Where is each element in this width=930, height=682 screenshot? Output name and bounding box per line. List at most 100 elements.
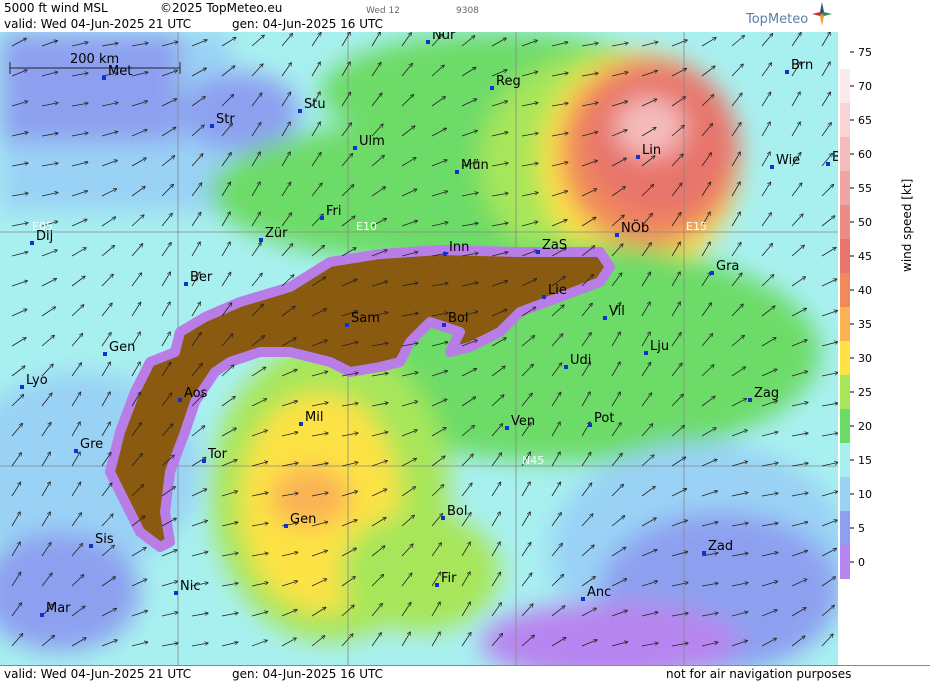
city-dot xyxy=(103,352,107,356)
city-label: Nic xyxy=(180,579,200,594)
footer-valid-time: valid: Wed 04-Jun-2025 21 UTC xyxy=(4,667,192,681)
legend-swatch xyxy=(840,375,850,409)
legend-tick-label: 70 xyxy=(858,80,872,93)
city-dot xyxy=(174,591,178,595)
legend-tick-label: 10 xyxy=(858,488,872,501)
city-dot xyxy=(74,449,78,453)
legend-tick-label: 40 xyxy=(858,284,872,297)
topmeteo-logo-text: TopMeteo xyxy=(746,12,809,27)
city-dot xyxy=(702,551,706,555)
legend-tick-label: 55 xyxy=(858,182,872,195)
city-dot xyxy=(542,295,546,299)
city-dot xyxy=(184,282,188,286)
city-label: Reg xyxy=(496,74,521,89)
legend-swatch xyxy=(840,239,850,273)
city-dot xyxy=(636,155,640,159)
legend-tick-label: 50 xyxy=(858,216,872,229)
city-label: ZaS xyxy=(542,238,567,253)
legend-tick-label: 15 xyxy=(858,454,872,467)
footer-generated-time: gen: 04-Jun-2025 16 UTC xyxy=(232,667,384,681)
grid-label: N45 xyxy=(522,454,544,467)
city-dot xyxy=(284,524,288,528)
city-label: Mar xyxy=(46,601,71,616)
city-dot xyxy=(710,271,714,275)
city-dot xyxy=(505,426,509,430)
generated-time: gen: 04-Jun-2025 16 UTC xyxy=(232,17,384,31)
city-label: Vil xyxy=(609,304,625,319)
city-dot xyxy=(455,170,459,174)
city-label: Str xyxy=(216,112,235,127)
city-label: Lyo xyxy=(26,373,48,388)
city-marker: NÖb xyxy=(615,219,649,237)
legend-panel: 75 70 65 60 55 50 45 40 35 30 25 20 15 10 5 0 wind spee… xyxy=(838,32,930,665)
city-dot xyxy=(441,516,445,520)
city-label: Tor xyxy=(207,447,228,462)
city-label: NÖb xyxy=(621,219,649,236)
city-label: Dij xyxy=(36,229,53,244)
city-dot xyxy=(320,216,324,220)
city-label: Gra xyxy=(716,259,739,274)
city-label: Gre xyxy=(80,437,103,452)
city-dot xyxy=(615,233,619,237)
city-dot xyxy=(536,250,540,254)
tiny-label-1: Wed 12 xyxy=(366,6,400,16)
city-dot xyxy=(603,316,607,320)
city-label: Bol xyxy=(447,504,467,519)
city-dot xyxy=(435,583,439,587)
legend-swatch xyxy=(840,205,850,239)
legend-tick-label: 35 xyxy=(858,318,872,331)
city-label: Zad xyxy=(708,539,733,554)
city-dot xyxy=(748,398,752,402)
legend-swatch xyxy=(840,273,850,307)
valid-time: valid: Wed 04-Jun-2025 21 UTC xyxy=(4,17,192,31)
legend-swatch xyxy=(840,511,850,545)
city-dot xyxy=(443,252,447,256)
city-dot xyxy=(298,109,302,113)
city-dot xyxy=(40,613,44,617)
city-label: Zag xyxy=(754,386,779,401)
city-label: Aos xyxy=(184,386,208,401)
legend-swatch xyxy=(840,341,850,375)
legend-tick-label: 45 xyxy=(858,250,872,263)
city-marker: Sam xyxy=(345,311,380,327)
grid-label: E10 xyxy=(356,220,377,233)
city-label: Bol xyxy=(448,311,468,326)
city-dot xyxy=(581,597,585,601)
city-dot xyxy=(353,146,357,150)
city-dot xyxy=(345,323,349,327)
city-dot xyxy=(785,70,789,74)
legend-tick-label: 65 xyxy=(858,114,872,127)
legend-swatch xyxy=(840,137,850,171)
city-dot xyxy=(259,238,263,242)
city-label: Fir xyxy=(441,571,457,586)
city-dot xyxy=(644,351,648,355)
legend-swatch xyxy=(840,443,850,477)
city-label: Udi xyxy=(570,353,591,368)
city-label: Anc xyxy=(587,585,611,600)
city-label: Fri xyxy=(326,204,342,219)
header-bar: 5000 ft wind MSL ©2025 TopMeteo.eu Wed 1… xyxy=(0,0,930,32)
city-label: Brn xyxy=(791,58,813,73)
wind-map: E05 E10 E15N45 NürRegBrnMetStuStrUlmMünLin… xyxy=(0,32,838,665)
legend-colorbar: 757065605550454035302520151050 xyxy=(840,35,872,579)
city-label: Pot xyxy=(594,411,614,426)
grid-label: E15 xyxy=(686,220,707,233)
city-label: Nür xyxy=(432,32,456,43)
tiny-label-2: 9308 xyxy=(456,6,479,16)
city-label: Lju xyxy=(650,339,669,354)
city-label: Mil xyxy=(305,410,323,425)
city-dot xyxy=(770,165,774,169)
legend-swatch xyxy=(840,103,850,137)
city-label: Sam xyxy=(351,311,380,326)
city-dot xyxy=(588,423,592,427)
legend-tick-label: 20 xyxy=(858,420,872,433)
city-label: Gen xyxy=(109,340,135,355)
product-title: 5000 ft wind MSL xyxy=(4,1,108,15)
legend-tick-label: 75 xyxy=(858,46,872,59)
compass-logo-icon xyxy=(812,2,832,26)
city-dot xyxy=(30,241,34,245)
legend-swatch xyxy=(840,477,850,511)
footer-disclaimer: not for air navigation purposes xyxy=(666,667,852,681)
legend-swatch xyxy=(840,171,850,205)
city-label: Ven xyxy=(511,414,535,429)
